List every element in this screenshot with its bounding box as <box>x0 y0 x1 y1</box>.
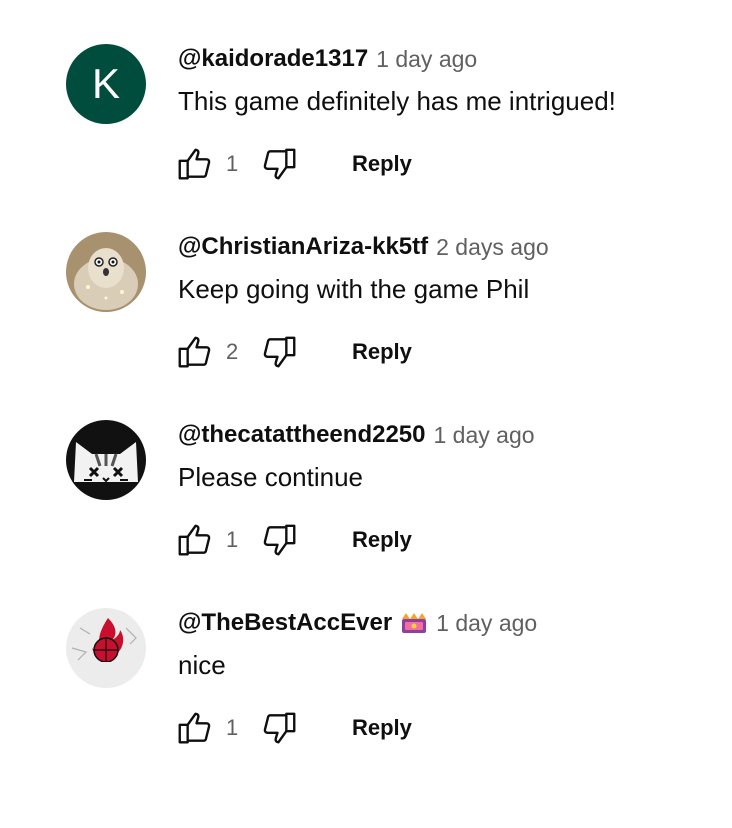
reply-button[interactable]: Reply <box>352 339 412 365</box>
comment-actions: 1 Reply <box>174 706 412 750</box>
thumbs-up-icon <box>178 336 211 368</box>
comment-actions: 1 Reply <box>174 142 412 186</box>
timestamp[interactable]: 1 day ago <box>434 422 535 449</box>
reply-button[interactable]: Reply <box>352 151 412 177</box>
thumbs-up-icon <box>178 148 211 180</box>
thumbs-down-icon <box>263 524 296 556</box>
comment-item: @TheBestAccEver 1 day ago nice 1 Reply <box>0 600 732 788</box>
avatar[interactable] <box>66 232 146 312</box>
dislike-button[interactable] <box>260 708 300 748</box>
thumbs-down-icon <box>263 336 296 368</box>
comment-actions: 2 Reply <box>174 330 412 374</box>
dislike-button[interactable] <box>260 520 300 560</box>
comment-text: Keep going with the game Phil <box>178 274 530 304</box>
comment-item: K @kaidorade1317 1 day ago This game def… <box>0 36 732 224</box>
comment-header: @kaidorade1317 1 day ago <box>178 44 477 74</box>
comment-item: @thecatattheend2250 1 day ago Please con… <box>0 412 732 600</box>
author-name[interactable]: @TheBestAccEver <box>178 609 392 637</box>
comment-item: @ChristianAriza-kk5tf 2 days ago Keep go… <box>0 224 732 412</box>
author-name[interactable]: @kaidorade1317 <box>178 45 368 73</box>
comment-actions: 1 Reply <box>174 518 412 562</box>
like-count: 2 <box>226 339 239 364</box>
like-count: 1 <box>226 151 239 176</box>
dislike-button[interactable] <box>260 144 300 184</box>
comment-header: @TheBestAccEver 1 day ago <box>178 608 537 638</box>
author-name[interactable]: @thecatattheend2250 <box>178 421 426 449</box>
thumbs-down-icon <box>263 712 296 744</box>
reply-button[interactable]: Reply <box>352 715 412 741</box>
comment-text: Please continue <box>178 462 364 492</box>
like-button[interactable] <box>174 520 214 560</box>
timestamp[interactable]: 2 days ago <box>436 234 549 261</box>
like-button[interactable] <box>174 332 214 372</box>
author-name[interactable]: @ChristianAriza-kk5tf <box>178 233 428 261</box>
comment-text: nice <box>178 650 226 680</box>
reply-button[interactable]: Reply <box>352 527 412 553</box>
comment-header: @thecatattheend2250 1 day ago <box>178 420 535 450</box>
comment-header: @ChristianAriza-kk5tf 2 days ago <box>178 232 549 262</box>
timestamp[interactable]: 1 day ago <box>436 610 537 637</box>
avatar-letter: K <box>91 60 120 107</box>
avatar[interactable] <box>66 420 146 500</box>
comment-text: This game definitely has me intrigued! <box>178 86 616 116</box>
miami-heat-logo-avatar-icon <box>66 608 146 688</box>
avatar[interactable]: K <box>66 44 146 124</box>
thumbs-up-icon <box>178 712 211 744</box>
like-button[interactable] <box>174 144 214 184</box>
thumbs-down-icon <box>263 148 296 180</box>
like-count: 1 <box>226 527 239 552</box>
like-button[interactable] <box>174 708 214 748</box>
timestamp[interactable]: 1 day ago <box>376 46 477 73</box>
like-count: 1 <box>226 715 239 740</box>
member-crown-badge-icon <box>400 611 428 635</box>
dislike-button[interactable] <box>260 332 300 372</box>
thumbs-up-icon <box>178 524 211 556</box>
cat-face-avatar-icon <box>66 420 146 500</box>
sparkly-blob-avatar-icon <box>66 232 146 312</box>
avatar[interactable] <box>66 608 146 688</box>
